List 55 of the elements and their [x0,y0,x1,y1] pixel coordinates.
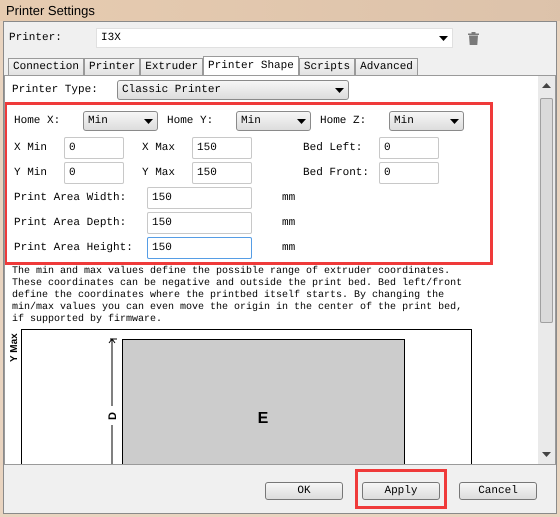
axis-label: Y Max [7,332,19,362]
dimension-label: Print Area Depth: [14,216,128,231]
dialog-button[interactable]: Cancel [459,482,537,500]
coordinate-label: X Max [142,140,176,156]
caret-icon [450,118,459,124]
input-field[interactable]: 0 [64,137,124,159]
scrollbar[interactable] [538,76,555,464]
scroll-thumb[interactable] [540,98,553,323]
dropdown[interactable]: Min [389,111,464,131]
dropdown[interactable]: Min [83,111,158,131]
input-field[interactable]: 0 [64,162,124,184]
home-label: Home Y: [167,114,214,129]
input-field[interactable]: 0 [379,137,439,159]
tab[interactable]: Advanced [355,58,418,75]
home-label: Home Z: [320,114,368,129]
dropdown[interactable]: Classic Printer [117,80,349,100]
dialog-button[interactable]: OK [265,482,343,500]
scroll-up-icon[interactable] [542,83,551,88]
tab[interactable]: Printer [84,58,140,75]
input-field[interactable]: 150 [192,137,252,159]
caret-icon [335,88,344,92]
dimension-label: Print Area Height: [14,240,134,256]
unit-label: mm [282,190,296,206]
scroll-down-icon[interactable] [542,452,551,457]
tab[interactable]: Extruder [140,58,204,75]
input-field[interactable]: 150 [192,162,252,184]
coordinate-label: Bed Front: [303,166,370,181]
dropdown[interactable]: Min [236,111,311,131]
coordinate-label: Y Min [14,166,48,181]
input-field[interactable]: 0 [379,162,439,184]
caret-icon [439,36,448,40]
printer-type-label: Printer Type: [12,82,99,98]
window-title: Printer Settings [0,0,560,21]
caret-icon [297,118,306,124]
tab[interactable]: Connection [8,58,84,75]
coordinate-label: Y Max [142,166,176,181]
coordinate-label: Bed Left: [303,140,364,156]
dimension-label: Print Area Width: [14,190,128,206]
printer-dropdown[interactable]: I3X [96,28,453,48]
home-label: Home X: [14,114,62,129]
trash-icon[interactable] [468,32,479,44]
caret-icon [144,118,153,124]
input-field[interactable]: 150 [147,237,252,259]
unit-label: mm [282,216,296,231]
coordinate-label: X Min [14,140,48,156]
tab[interactable]: Printer Shape [203,56,299,76]
bed-label: E [258,410,268,427]
input-field[interactable]: 150 [147,187,252,209]
description-text: The min and max values define the possible range of extruder coordinates. These coordinates can be negative and outside the print bed. Bed left/front define the coordinates where the printbed itself starts. By changing the min/max values you can even move the origin in the center of the print bed, if supported by firmware. [11,266,464,326]
dialog-button[interactable]: Apply [362,482,440,500]
unit-label: mm [282,240,296,256]
depth-label: D [107,412,119,420]
tab[interactable]: Scripts [298,58,356,75]
input-field[interactable]: 150 [147,212,252,234]
printer-label: Printer: [9,30,63,46]
